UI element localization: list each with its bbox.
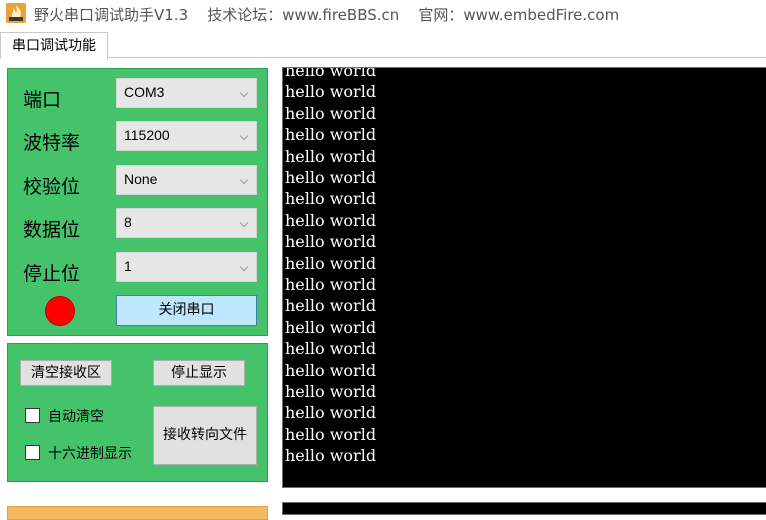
receive-line: hello world <box>285 232 377 252</box>
clear-receive-button[interactable]: 清空接收区 <box>20 360 112 386</box>
receive-line: hello world <box>285 275 377 294</box>
receive-line: hello world <box>285 146 377 166</box>
stop-bits-select[interactable]: 1 <box>116 252 257 282</box>
port-value: COM3 <box>124 84 165 100</box>
receive-to-file-button[interactable]: 接收转向文件 <box>153 406 257 465</box>
stop-bits-label: 停止位 <box>23 263 81 285</box>
receive-line: hello world <box>285 339 377 359</box>
data-bits-value: 8 <box>124 214 132 230</box>
receive-line: hello world <box>285 296 377 316</box>
receive-line: hello world <box>285 189 377 209</box>
chevron-down-icon <box>239 262 249 272</box>
chevron-down-icon <box>239 131 249 141</box>
tab-strip <box>0 31 766 59</box>
data-bits-label: 数据位 <box>23 219 81 241</box>
receive-line: hello world <box>285 403 377 423</box>
flame-app-icon <box>6 3 26 23</box>
auto-clear-label: 自动清空 <box>48 409 104 425</box>
receive-line: hello world <box>285 67 377 80</box>
receive-line: hello world <box>285 446 377 466</box>
data-bits-select[interactable]: 8 <box>116 208 257 238</box>
receive-line: hello world <box>285 360 377 380</box>
chevron-down-icon <box>239 88 249 98</box>
port-status-indicator <box>45 296 75 326</box>
baud-rate-label: 波特率 <box>23 132 81 154</box>
receive-line: hello world <box>285 253 377 273</box>
chevron-down-icon <box>239 175 249 185</box>
hex-display-label: 十六进制显示 <box>48 446 132 462</box>
baud-rate-select[interactable]: 115200 <box>116 121 257 151</box>
chevron-down-icon <box>239 218 249 228</box>
tab-divider <box>108 57 766 58</box>
tab-serial-debug[interactable]: 串口调试功能 <box>0 32 108 59</box>
parity-label: 校验位 <box>23 176 81 198</box>
title-bar: 野火串口调试助手V1.3 技术论坛：www.fireBBS.cn 官网：www.… <box>0 0 766 27</box>
receive-line: hello world <box>285 317 377 337</box>
window-title: 野火串口调试助手V1.3 技术论坛：www.fireBBS.cn 官网：www.… <box>34 6 620 24</box>
receive-line: hello world <box>285 424 377 444</box>
receive-line: hello world <box>285 382 377 401</box>
receive-line: hello world <box>285 168 377 187</box>
receive-line: hello world <box>285 210 377 230</box>
stop-display-button[interactable]: 停止显示 <box>153 360 245 386</box>
close-port-button[interactable]: 关闭串口 <box>116 295 257 326</box>
receive-line: hello world <box>285 125 377 145</box>
hex-display-checkbox[interactable] <box>25 445 40 460</box>
auto-clear-checkbox[interactable] <box>25 408 40 423</box>
receive-text-area[interactable]: hello world hello world hello world hello w… <box>282 67 766 488</box>
port-label: 端口 <box>23 89 62 111</box>
send-text-area[interactable] <box>282 502 766 515</box>
send-panel <box>7 506 268 520</box>
receive-line: hello world <box>285 82 377 102</box>
parity-select[interactable]: None <box>116 165 257 195</box>
receive-line: hello world <box>285 103 377 123</box>
port-select[interactable]: COM3 <box>116 78 257 108</box>
baud-rate-value: 115200 <box>124 127 170 143</box>
parity-value: None <box>124 171 158 187</box>
stop-bits-value: 1 <box>124 258 132 274</box>
